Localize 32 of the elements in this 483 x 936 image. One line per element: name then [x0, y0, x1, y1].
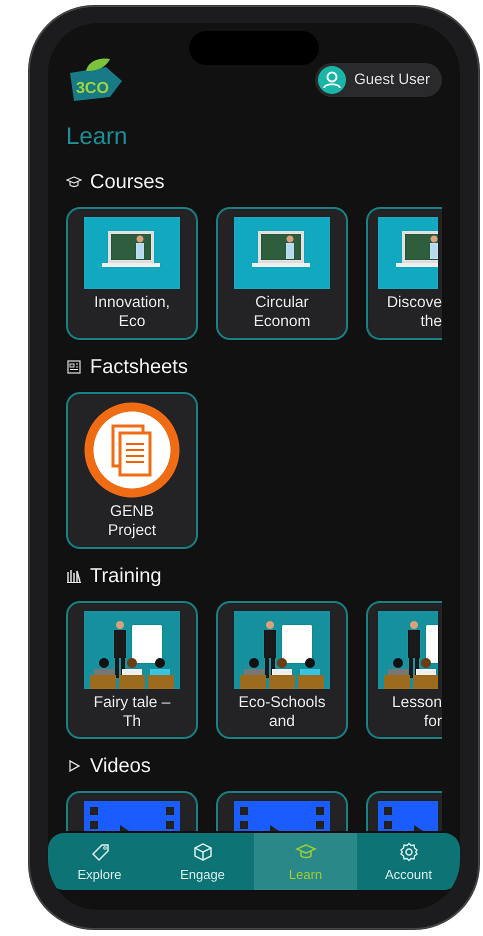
cube-icon — [192, 840, 214, 862]
card-title: Circular Econom — [254, 293, 310, 332]
section-heading: Factsheets — [90, 354, 188, 380]
section-heading: Training — [90, 564, 162, 588]
logo-icon — [70, 58, 122, 101]
teacher-laptop-drawing — [378, 217, 438, 289]
nav-tab[interactable]: Engage — [151, 832, 254, 890]
graduation-cap-icon — [66, 174, 82, 190]
content-card[interactable]: Lesson for — [366, 600, 442, 740]
settings-icon — [398, 840, 420, 862]
guest-user-button[interactable]: Guest User — [315, 63, 442, 97]
content-card[interactable]: Circular Econom — [216, 207, 348, 340]
content-card[interactable]: Eco-Schools and — [216, 600, 348, 740]
content-card[interactable]: GENB Project — [66, 392, 198, 548]
card-title: Eco-Schools and — [238, 692, 326, 732]
nav-tab[interactable]: Account — [357, 832, 460, 890]
content-card[interactable]: Fairy tale – Th — [66, 600, 198, 740]
nav-tab[interactable]: Explore — [48, 832, 151, 890]
section-heading: Courses — [90, 170, 164, 195]
page-title: Learn — [66, 122, 128, 152]
card-title: GENB Project — [108, 502, 156, 540]
newspaper-icon — [66, 358, 82, 375]
user-avatar-icon — [318, 66, 346, 94]
logo-text: 3CO — [76, 80, 109, 97]
card-title: Lesson for — [391, 692, 442, 732]
card-title: Discove the — [386, 293, 442, 332]
card-title: Innovation, Eco — [94, 293, 170, 332]
content-card[interactable]: Discove the — [366, 207, 442, 340]
books-icon — [66, 568, 82, 584]
content-card[interactable]: Innovation, Eco — [66, 207, 198, 340]
section-heading: Videos — [90, 754, 151, 780]
card-title: Fairy tale – Th — [94, 692, 170, 732]
